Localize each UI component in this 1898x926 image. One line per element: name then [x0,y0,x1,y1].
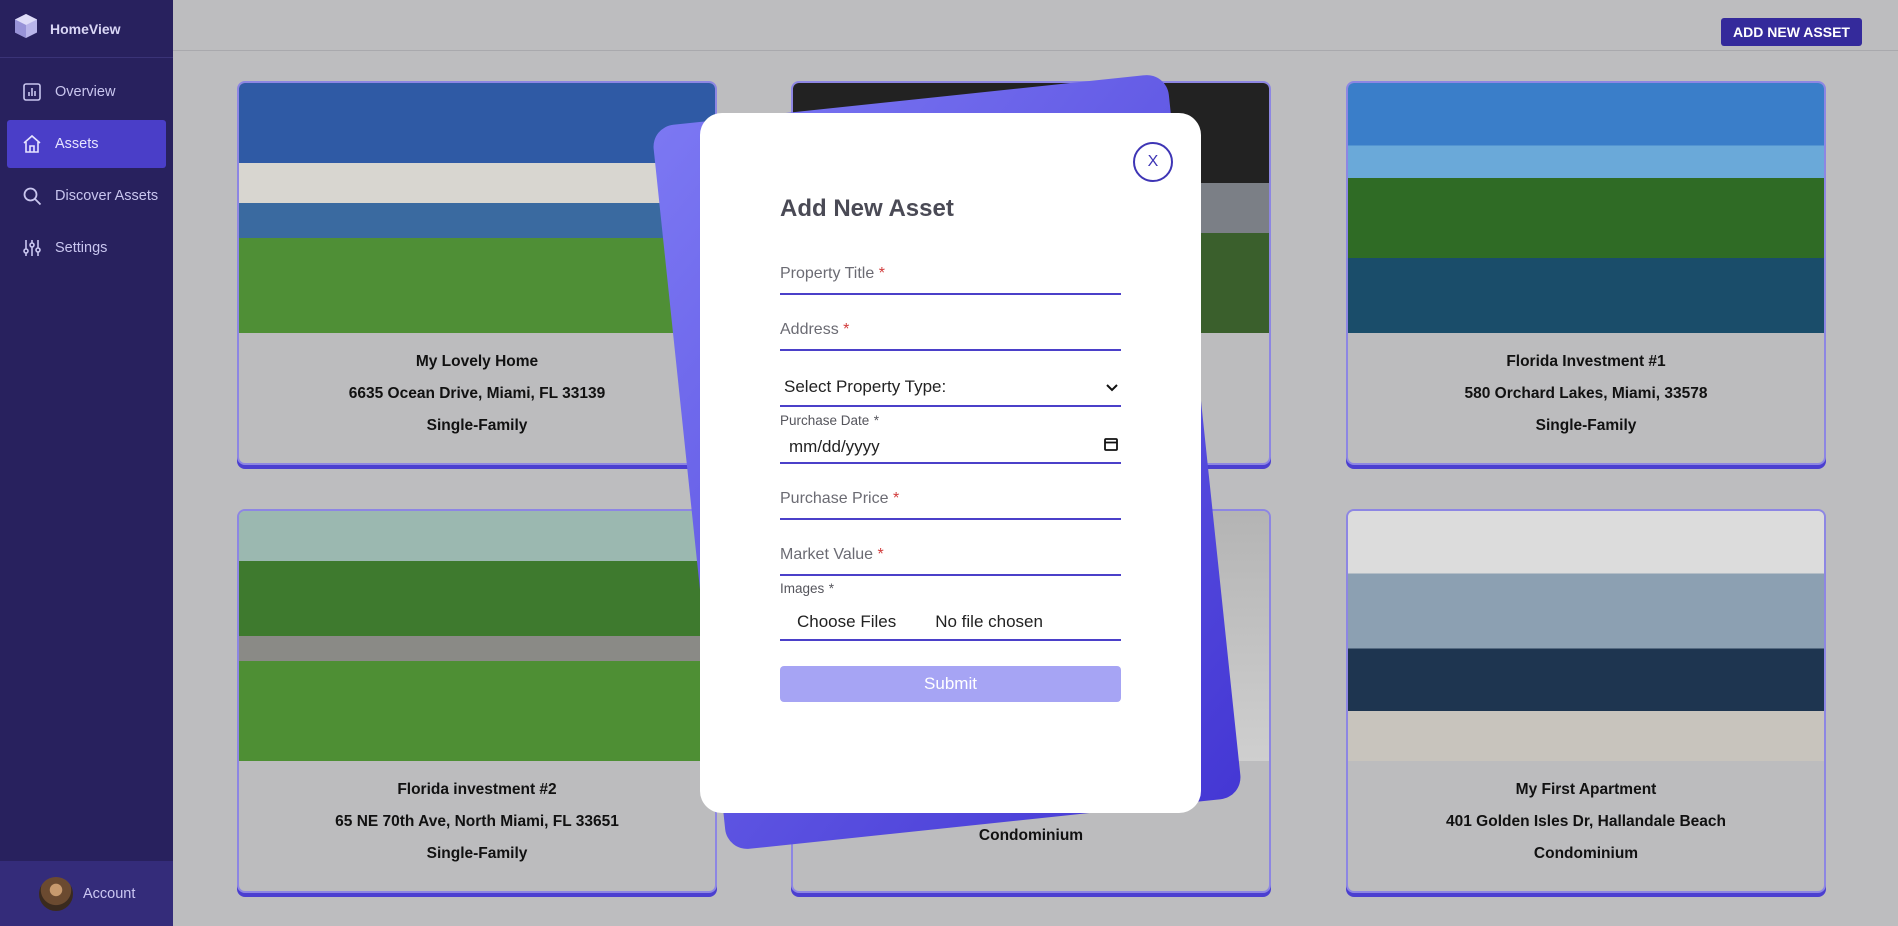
property-photo [1348,83,1824,333]
asset-card[interactable]: Florida investment #2 65 NE 70th Ave, No… [237,509,717,893]
purchase-date-field[interactable]: Purchase Date * mm/dd/yyyy [780,412,1121,464]
sidebar-item-label: Discover Assets [55,188,159,204]
required-mark: * [873,413,880,428]
card-title: Florida Investment #1 [1506,353,1666,370]
sidebar-item-label: Settings [55,240,108,256]
property-photo [1348,511,1824,761]
card-title: My First Apartment [1515,781,1657,798]
asset-card[interactable]: Florida Investment #1 580 Orchard Lakes,… [1346,81,1826,465]
asset-card[interactable]: My Lovely Home 6635 Ocean Drive, Miami, … [237,81,717,465]
images-label: Images [780,581,825,596]
brand[interactable]: HomeView [0,0,173,58]
sidebar-nav: Overview Assets Discover Assets Settings [0,58,173,272]
required-mark: * [877,546,884,563]
account-menu[interactable]: Account [0,861,173,926]
required-mark: * [843,321,850,338]
add-new-asset-button[interactable]: ADD NEW ASSET [1721,18,1862,46]
card-type: Single-Family [426,845,528,862]
app-name: HomeView [50,20,121,37]
avatar [39,876,73,911]
images-field: Images * Choose Files No file chosen [780,580,1121,641]
card-info: Florida Investment #1 580 Orchard Lakes,… [1348,333,1824,435]
search-icon [21,185,43,207]
home-icon [21,133,43,155]
asset-card[interactable]: My First Apartment 401 Golden Isles Dr, … [1346,509,1826,893]
purchase-date-placeholder: mm/dd/yyyy [789,436,880,456]
card-type: Single-Family [426,417,528,434]
submit-button[interactable]: Submit [780,666,1121,702]
card-info: My Lovely Home 6635 Ocean Drive, Miami, … [239,333,715,435]
modal-title: Add New Asset [780,195,954,222]
property-photo [239,83,715,333]
sliders-icon [21,237,43,259]
chevron-down-icon [1106,377,1118,397]
sidebar-item-settings[interactable]: Settings [7,224,166,272]
card-info: Florida investment #2 65 NE 70th Ave, No… [239,761,715,863]
property-type-value: Select Property Type: [784,377,947,396]
sidebar-item-label: Overview [55,84,116,100]
required-mark: * [878,265,885,282]
property-type-select[interactable]: Select Property Type: [780,377,1121,407]
property-title-field[interactable]: Property Title * [780,265,1121,295]
sidebar-item-discover-assets[interactable]: Discover Assets [7,172,166,220]
required-mark: * [828,581,834,596]
market-value-label: Market Value [780,546,874,563]
top-bar: ADD NEW ASSET [173,0,1898,51]
card-type: Single-Family [1535,417,1637,434]
required-mark: * [892,490,900,507]
card-address: 401 Golden Isles Dr, Hallandale Beach [1446,813,1726,830]
property-photo [239,511,715,761]
card-type: Condominium [1533,845,1639,862]
bar-chart-icon [21,81,43,103]
card-info: My First Apartment 401 Golden Isles Dr, … [1348,761,1824,863]
sidebar: HomeView Overview Assets Discover Assets… [0,0,173,926]
file-status: No file chosen [935,612,1043,631]
choose-files-button[interactable]: Choose Files [797,612,896,632]
calendar-icon[interactable] [1103,436,1119,457]
card-title: My Lovely Home [415,353,539,370]
sidebar-item-overview[interactable]: Overview [7,68,166,116]
address-field[interactable]: Address * [780,321,1121,351]
add-asset-modal: X Add New Asset Property Title * Address… [700,113,1201,813]
account-label: Account [83,885,136,902]
card-address: 6635 Ocean Drive, Miami, FL 33139 [348,385,606,402]
purchase-price-field[interactable]: Purchase Price * [780,490,1121,520]
card-address: 580 Orchard Lakes, Miami, 33578 [1464,385,1708,402]
logo-cube-icon [14,13,38,44]
sidebar-item-assets[interactable]: Assets [7,120,166,168]
purchase-price-label: Purchase Price [780,490,889,507]
card-title: Florida investment #2 [397,781,557,798]
property-title-label: Property Title [780,265,875,282]
close-button[interactable]: X [1133,142,1173,182]
purchase-date-label: Purchase Date [780,413,870,428]
market-value-field[interactable]: Market Value * [780,546,1121,576]
sidebar-item-label: Assets [55,136,99,152]
card-address: 65 NE 70th Ave, North Miami, FL 33651 [335,813,619,830]
address-label: Address [780,321,839,338]
